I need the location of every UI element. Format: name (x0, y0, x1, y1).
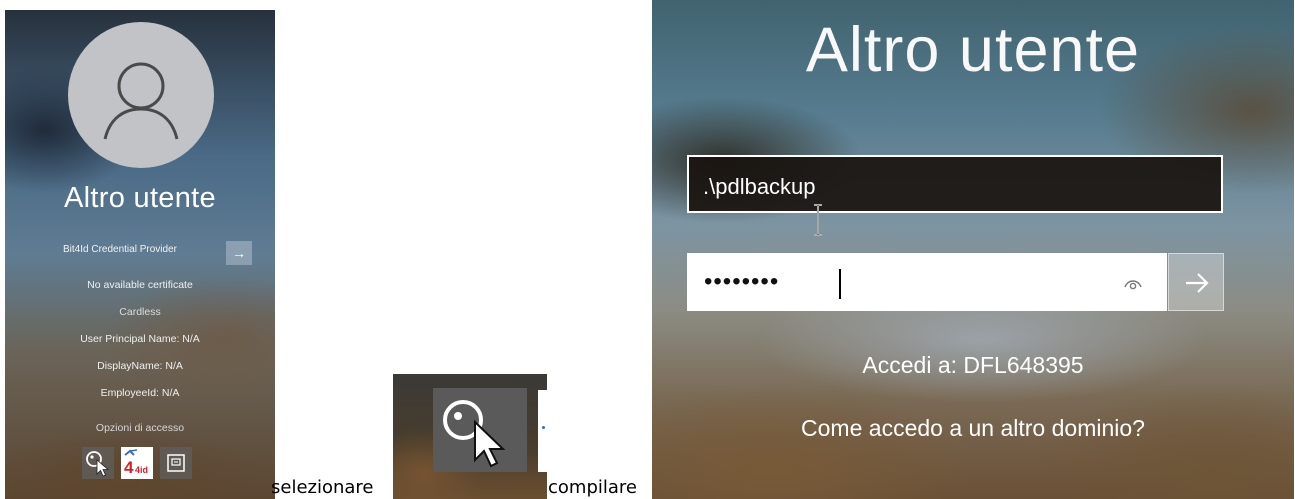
caption-select: selezionare (271, 477, 374, 498)
credential-provider-row[interactable]: Bit4Id Credential Provider → (5, 240, 275, 266)
employee-id-line: EmployeeId: N/A (100, 387, 180, 399)
sign-in-target: Accedi a: DFL648395 (862, 352, 1084, 378)
svg-text:4id: 4id (135, 465, 148, 475)
text-cursor-icon (814, 204, 822, 236)
logon-screen-small: Altro utente Bit4Id Credential Provider … (5, 10, 275, 499)
pin-option-button[interactable] (160, 447, 192, 479)
key-cursor-icon (443, 400, 506, 468)
password-option-button[interactable] (82, 447, 114, 479)
password-input[interactable]: •••••••• (687, 253, 1167, 311)
svg-text:4: 4 (124, 458, 134, 477)
password-option-tile[interactable] (433, 388, 527, 472)
password-masked-value: •••••••• (704, 268, 780, 295)
user-name: Altro utente (64, 182, 216, 214)
credential-provider-label: Bit4Id Credential Provider (63, 244, 177, 255)
zoomed-key-option (393, 374, 547, 499)
user-silhouette-icon (103, 62, 179, 140)
key-cursor-icon (86, 451, 110, 477)
reveal-password-icon[interactable] (1123, 275, 1143, 291)
bit4id-option-button[interactable]: 4 4id (121, 447, 153, 479)
display-name-line: DisplayName: N/A (97, 360, 183, 372)
arrow-right-icon (1186, 273, 1209, 293)
username-value: .\pdlbackup (703, 174, 816, 199)
card-status: Cardless (119, 306, 161, 318)
sign-in-options-link[interactable]: Opzioni di accesso (5, 422, 275, 434)
caption-fill: compilare (548, 477, 637, 498)
submit-button[interactable] (1168, 253, 1224, 311)
pin-card-icon (167, 454, 185, 472)
provider-submit-button[interactable]: → (226, 241, 252, 265)
next-option-icon (542, 426, 545, 429)
logon-screen-large: Altro utente .\pdlbackup •••••••• Accedi… (652, 0, 1294, 499)
user-avatar (68, 22, 214, 168)
next-option-tile[interactable] (538, 390, 547, 472)
username-input[interactable]: .\pdlbackup (687, 155, 1223, 213)
user-name-large: Altro utente (805, 15, 1141, 85)
upn-line: User Principal Name: N/A (80, 333, 200, 345)
certificate-status: No available certificate (87, 279, 193, 291)
text-caret (839, 269, 841, 299)
other-domain-link[interactable]: Come accedo a un altro dominio? (652, 415, 1294, 442)
bit4id-logo: 4 4id (124, 449, 148, 477)
